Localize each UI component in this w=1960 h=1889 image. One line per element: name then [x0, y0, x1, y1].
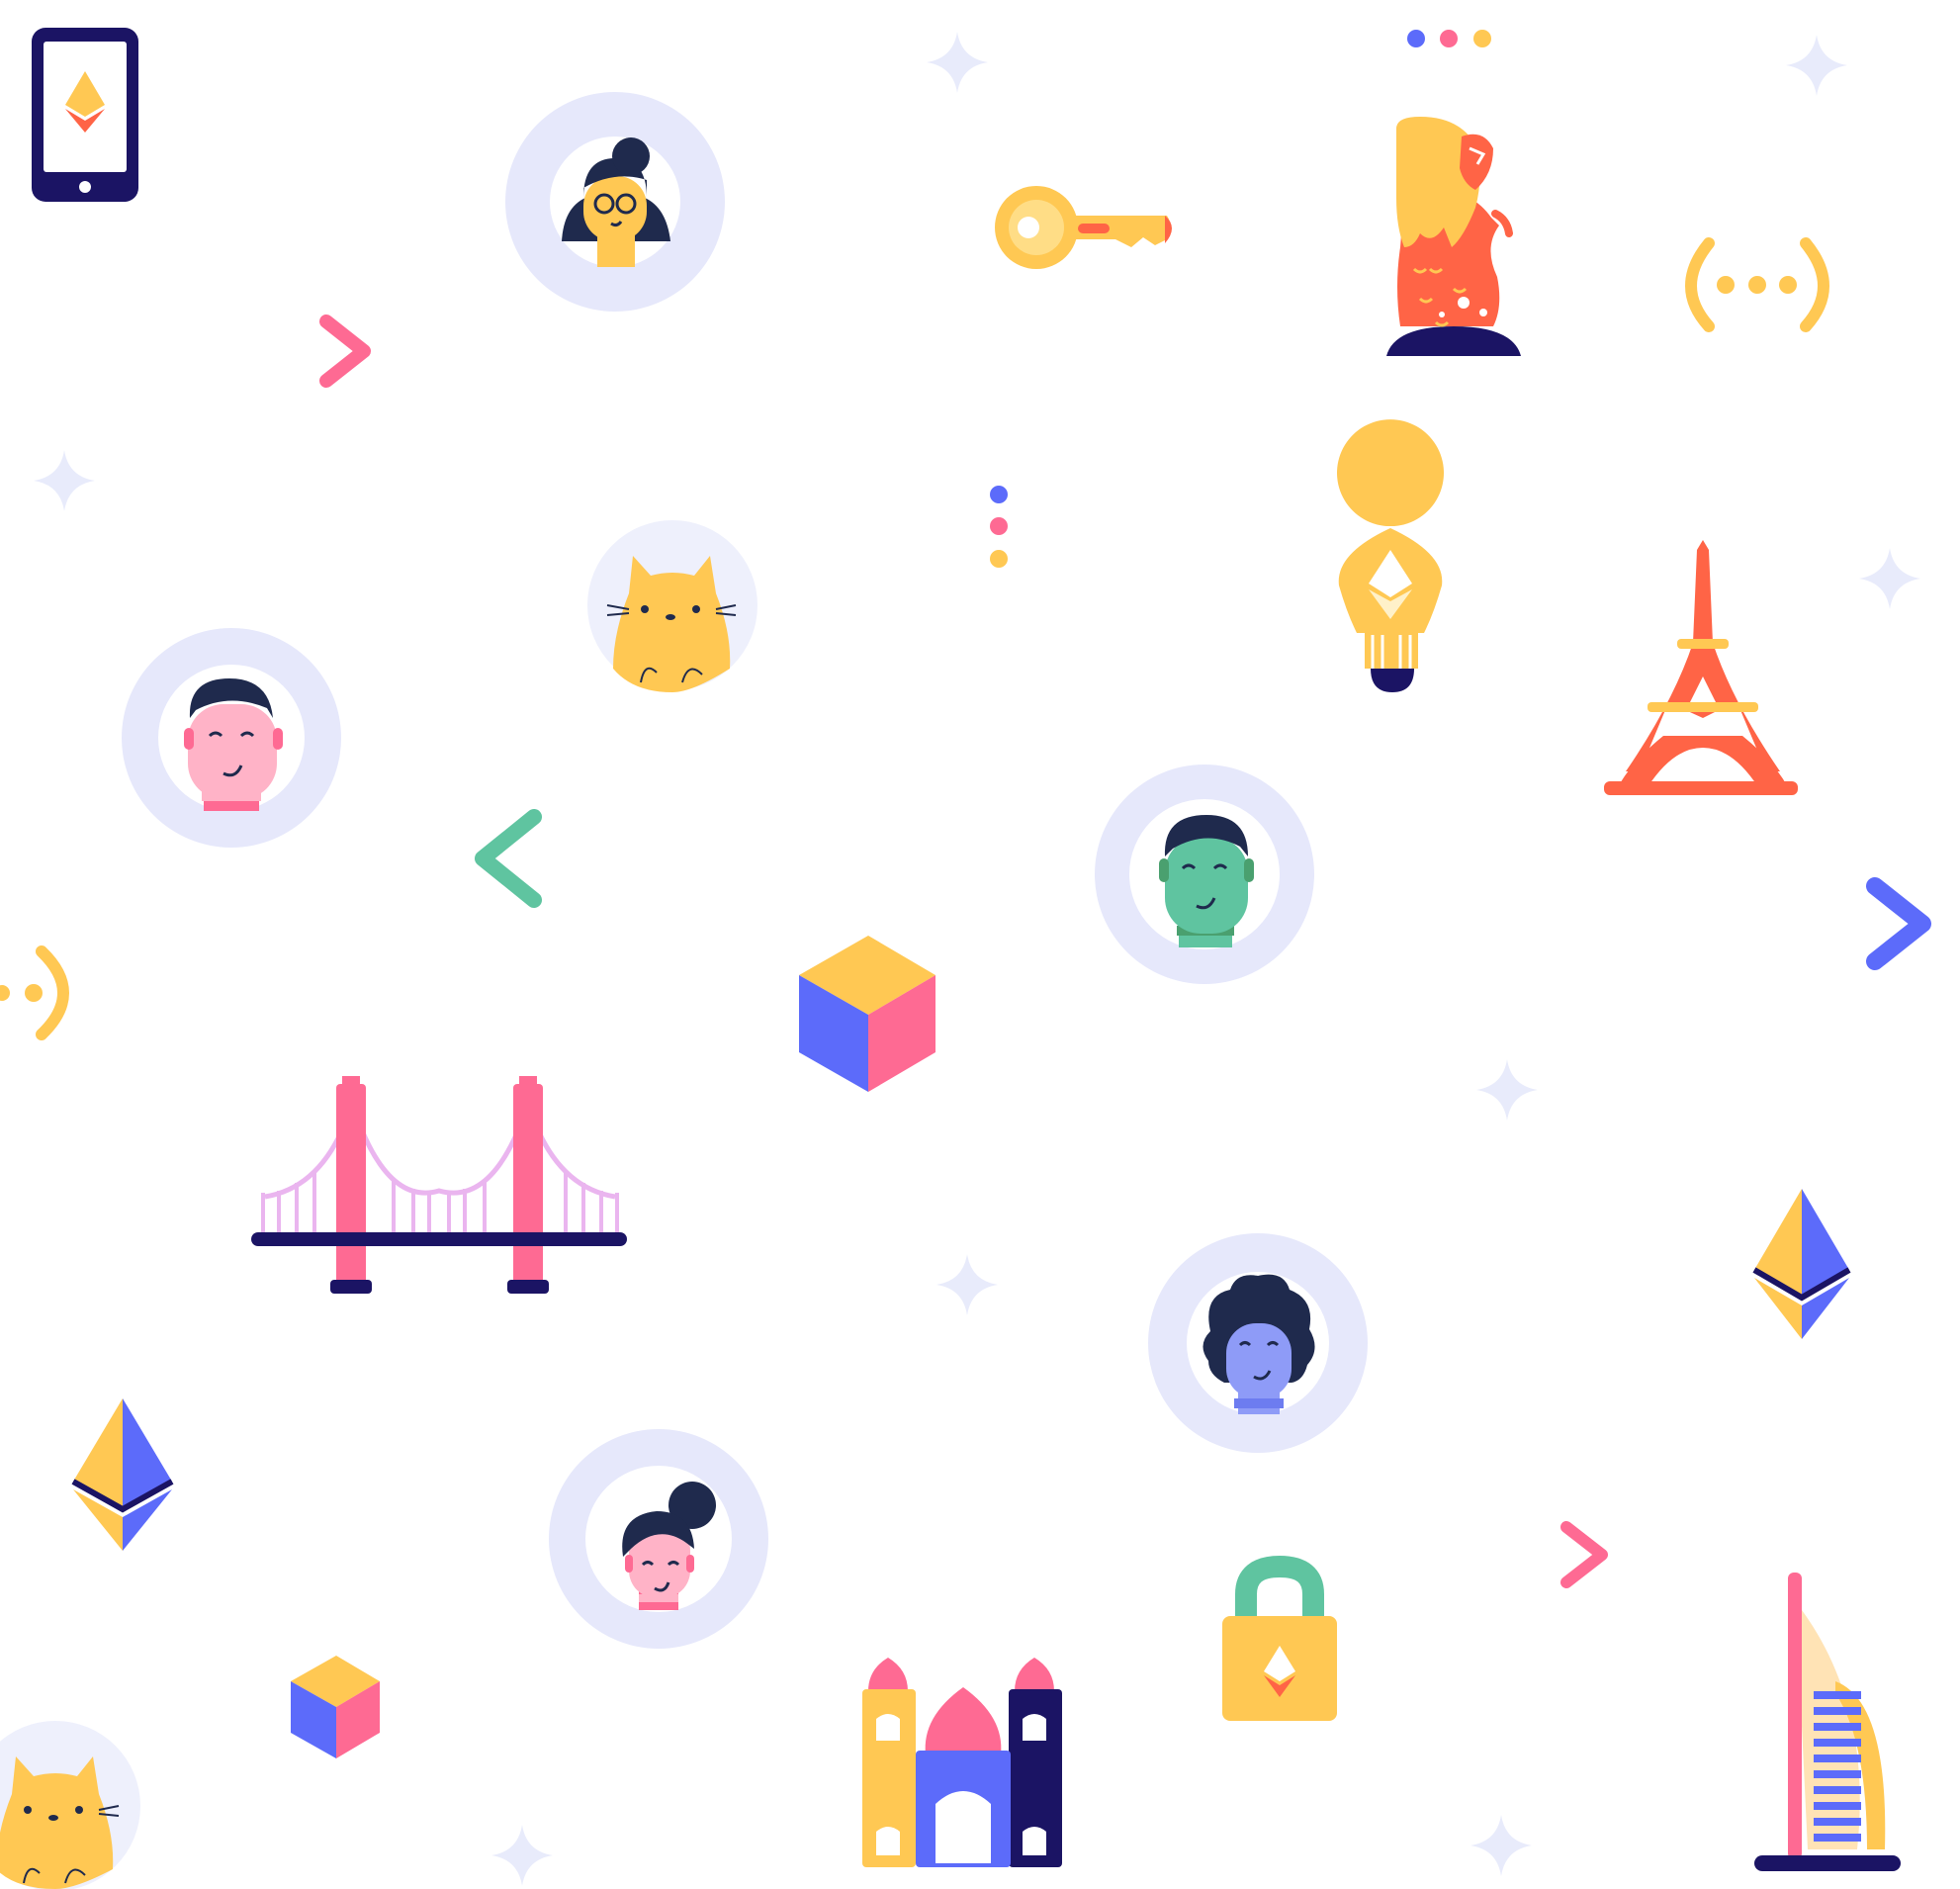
golden-gate-bridge-icon — [251, 1076, 627, 1294]
key-icon — [995, 186, 1172, 269]
dots-icon — [990, 486, 1008, 568]
man-green-avatar — [1095, 765, 1314, 984]
signal-brackets-icon — [1685, 237, 1829, 332]
woman-glasses-avatar — [505, 92, 725, 312]
padlock-ethereum-icon — [1222, 1555, 1337, 1721]
eiffel-tower-icon — [1604, 540, 1798, 795]
sparkle-icon — [936, 1254, 998, 1315]
sparkle-icon — [1470, 1815, 1532, 1876]
signal-partial-icon — [0, 945, 69, 1040]
ethereum-logo-icon — [71, 1398, 174, 1551]
chevron-right-blue-icon — [1866, 877, 1931, 970]
sparkle-icon — [491, 1825, 553, 1886]
illustration-pattern — [0, 28, 1931, 1889]
sparkle-icon — [1476, 1059, 1538, 1121]
illustration-canvas — [0, 0, 1960, 1889]
cat-avatar — [0, 1721, 140, 1889]
man-pink-avatar — [122, 628, 341, 848]
chevron-right-pink-icon — [1560, 1521, 1608, 1588]
chevron-right-pink-icon — [319, 315, 371, 388]
sparkle-icon — [927, 32, 988, 93]
phone-ethereum-icon — [32, 28, 138, 202]
merlion-icon — [1386, 117, 1521, 356]
chevron-left-green-icon — [475, 809, 542, 908]
sparkles — [34, 32, 1920, 1886]
taj-mahal-icon — [862, 1658, 1062, 1867]
sparkle-icon — [1859, 548, 1920, 609]
lightbulb-ethereum-icon — [1337, 419, 1444, 692]
cube-large-icon — [799, 936, 935, 1092]
dots-icon — [1407, 30, 1491, 47]
woman-bun-avatar — [549, 1429, 768, 1649]
burj-al-arab-icon — [1754, 1573, 1901, 1871]
sparkle-icon — [34, 450, 95, 511]
cube-small-icon — [291, 1656, 380, 1758]
sparkle-icon — [1786, 35, 1847, 96]
ethereum-logo-icon — [1752, 1189, 1851, 1339]
curly-hair-avatar — [1148, 1233, 1368, 1453]
cat-avatar — [587, 520, 757, 692]
